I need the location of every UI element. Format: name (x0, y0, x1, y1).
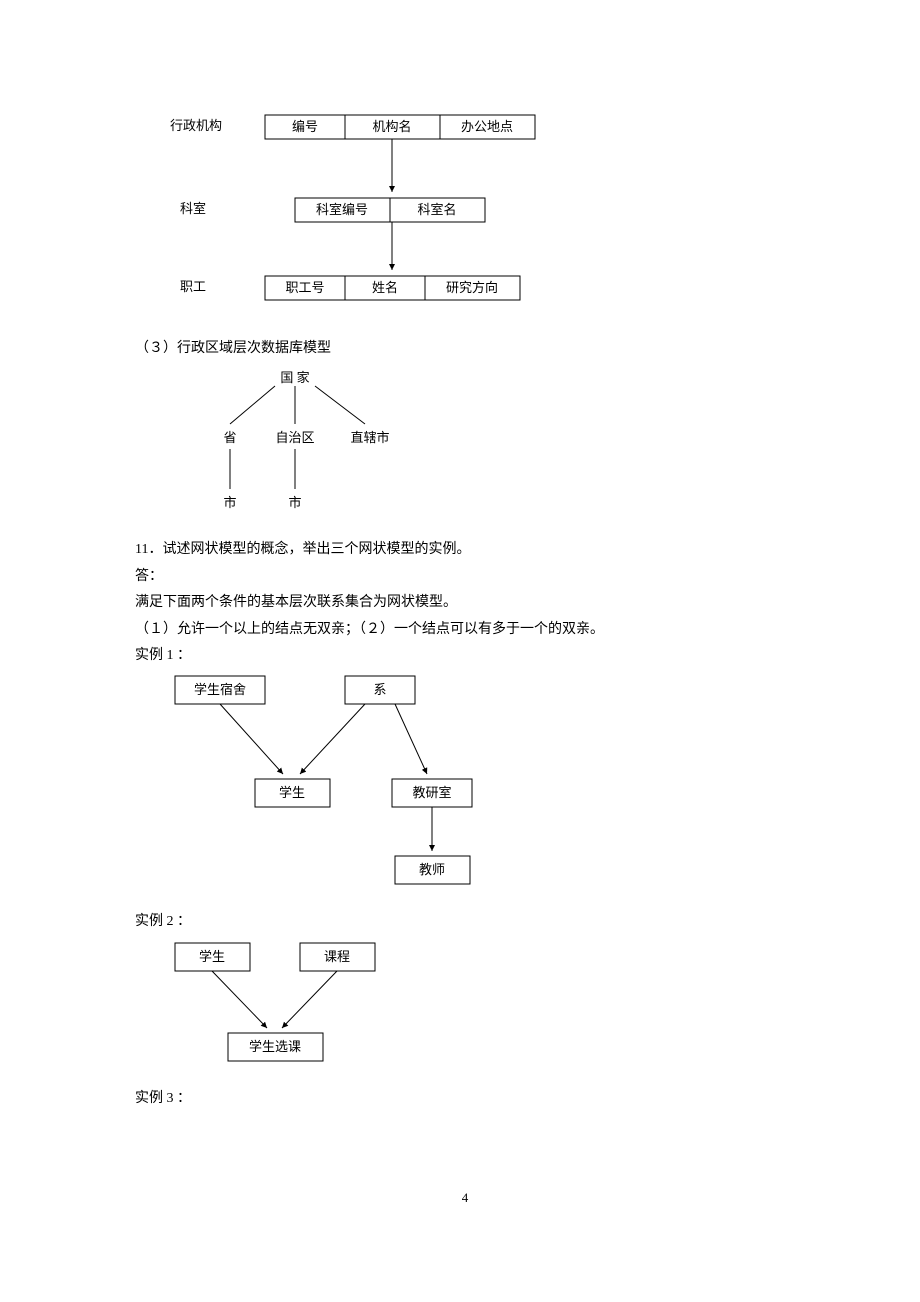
d3-teacher: 教师 (419, 862, 445, 877)
diagram1-svg: 行政机构 编号 机构名 办公地点 科室 科室编号 科室名 职工 职工号 姓名 (170, 110, 590, 318)
diagram2-svg: 国 家 省 自治区 直辖市 市 市 (195, 364, 425, 519)
d1-cell-research: 研究方向 (446, 280, 498, 295)
d2-country: 国 家 (280, 370, 309, 385)
d4-student: 学生 (199, 949, 225, 964)
d1-cell-location: 办公地点 (461, 119, 513, 134)
d3-student: 学生 (279, 785, 305, 800)
diagram-region-tree: 国 家 省 自治区 直辖市 市 市 (195, 364, 795, 519)
page-number: 4 (135, 1190, 795, 1206)
d2-city2: 市 (288, 495, 301, 510)
d2-province: 省 (223, 430, 236, 445)
d4-course: 课程 (324, 949, 350, 964)
d3-dorm: 学生宿舍 (194, 682, 246, 697)
d1-cell-orgname: 机构名 (372, 119, 411, 134)
para-answer: 答： (135, 566, 795, 588)
diagram-network-example1: 学生宿舍 系 学生 教研室 教师 (170, 671, 795, 891)
d2-autonomous: 自治区 (275, 430, 314, 445)
d3-lab: 教研室 (412, 785, 451, 800)
para-example1-label: 实例 1 ： (135, 645, 795, 667)
d1-cell-number: 编号 (292, 119, 318, 134)
d1-cell-name: 姓名 (372, 280, 398, 295)
diagram3-svg: 学生宿舍 系 学生 教研室 教师 (170, 671, 520, 891)
d4-selection: 学生选课 (249, 1039, 301, 1054)
d1-label-dept: 科室 (180, 201, 206, 216)
d2-city1: 市 (223, 495, 236, 510)
d1-cell-deptno: 科室编号 (316, 202, 368, 217)
d1-label-admin: 行政机构 (170, 118, 222, 133)
para-example3-label: 实例 3 ： (135, 1088, 795, 1110)
d1-cell-deptname: 科室名 (417, 202, 456, 217)
para-q11: 11．试述网状模型的概念，举出三个网状模型的实例。 (135, 539, 795, 561)
diagram-hierarchical-admin: 行政机构 编号 机构名 办公地点 科室 科室编号 科室名 职工 职工号 姓名 (170, 110, 795, 318)
para-region-model-title: （３）行政区域层次数据库模型 (135, 338, 795, 360)
diagram4-svg: 学生 课程 学生选课 (170, 938, 420, 1068)
para-example2-label: 实例 2 ： (135, 911, 795, 933)
d1-cell-staffno: 职工号 (285, 280, 324, 295)
para-conditions: （１）允许一个以上的结点无双亲；（２）一个结点可以有多于一个的双亲。 (135, 619, 795, 641)
para-cond-intro: 满足下面两个条件的基本层次联系集合为网状模型。 (135, 592, 795, 614)
d2-municipality: 直辖市 (350, 430, 389, 445)
d3-dept: 系 (373, 682, 386, 697)
diagram-network-example2: 学生 课程 学生选课 (170, 938, 795, 1068)
d1-label-staff: 职工 (180, 279, 206, 294)
